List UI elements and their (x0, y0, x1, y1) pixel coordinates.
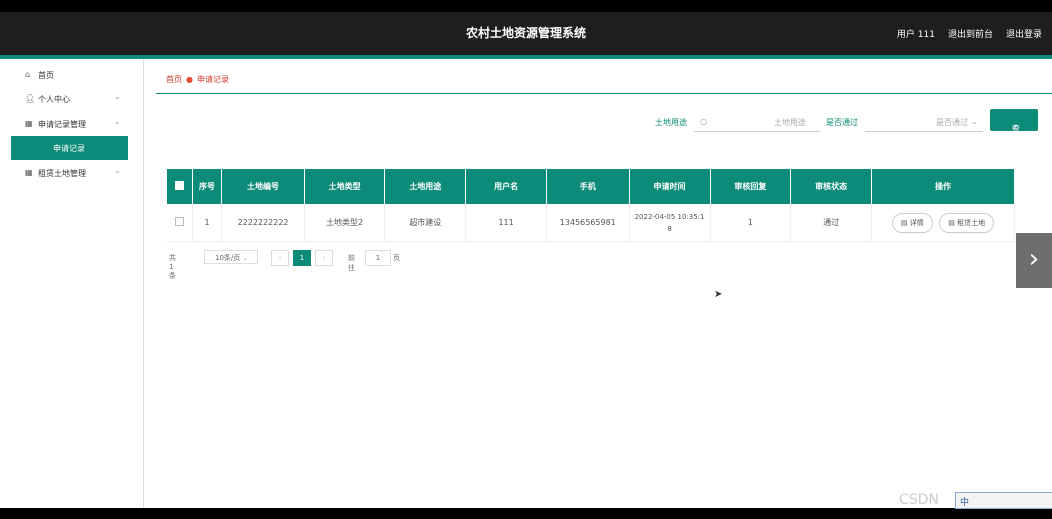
doc-icon: ▤ (900, 218, 908, 227)
detail-button[interactable]: ▤ 详情 (891, 212, 933, 233)
search-bar: 土地用途 ○ 土地用途 是否通过 是否通过 ⌄ 查询 ⌕ (0, 109, 1052, 144)
lease-land-button[interactable]: ▤ 租赁土地 (939, 212, 995, 233)
breadcrumb-current: 申请记录 (196, 75, 229, 84)
chevron-down-icon: ⌄ (242, 254, 249, 262)
column-header: 土地类型 (304, 169, 386, 204)
page-size-value: 10条/页 (215, 254, 241, 262)
back-to-front-link[interactable]: 退出到前台 (948, 27, 993, 40)
apply-time-line: 8 (667, 224, 672, 233)
cell-apply-time: 2022-04-05 10:35:1 8 (629, 204, 711, 242)
chevron-down-icon: ⌄ (971, 117, 978, 126)
select-all-header[interactable] (167, 169, 193, 204)
cell-land-use: 超市建设 (384, 204, 467, 242)
breadcrumb-home[interactable]: 首页 (166, 75, 182, 84)
sidebar-item-label: 首页 (38, 71, 54, 80)
cell-land-type: 土地类型2 (304, 204, 386, 242)
sidebar-item-lease-management[interactable]: ▦ 租赁土地管理 ⌄ (0, 161, 143, 185)
row-select-cell[interactable] (167, 204, 193, 242)
cell-index: 1 (192, 204, 223, 242)
page-number-current[interactable]: 1 (293, 250, 311, 266)
user-icon: 👤︎ (25, 94, 36, 103)
column-header: 申请时间 (629, 169, 711, 204)
sidebar-item-home[interactable]: ⌂ 首页 (0, 63, 143, 87)
app-body: ⌂ 首页 👤︎ 个人中心 ⌄ ▦ 申请记录管理 ⌄ 申请记录 ▦ 租赁土地管理 … (0, 59, 1052, 508)
column-header: 土地用途 (384, 169, 467, 204)
breadcrumb: 首页 ● 申请记录 (166, 74, 229, 85)
records-table: 序号 土地编号 土地类型 土地用途 用户名 手机 申请时间 审核回复 审核状态 … (167, 169, 1016, 242)
prev-page-button[interactable]: ‹ (271, 250, 289, 266)
app-header: 农村土地资源管理系统 用户 111 退出到前台 退出登录 (0, 12, 1052, 55)
column-header: 土地编号 (221, 169, 305, 204)
top-black-strip (0, 0, 1052, 12)
table-row: 1 2222222222 土地类型2 超市建设 111 13456565981 … (167, 204, 1016, 242)
approved-select[interactable]: 是否通过 ⌄ (865, 111, 983, 132)
cell-status: 通过 (790, 204, 872, 242)
column-header: 手机 (546, 169, 630, 204)
app-title: 农村土地资源管理系统 (465, 26, 586, 40)
approved-label: 是否通过 (826, 118, 858, 127)
chevron-down-icon: ⌄ (114, 92, 121, 101)
mouse-cursor-icon: ➤ (714, 289, 723, 300)
ime-toolbar: 中 (955, 492, 1052, 509)
apply-time-line: 2022-04-05 10:35:1 (634, 212, 705, 221)
table-header-row: 序号 土地编号 土地类型 土地用途 用户名 手机 申请时间 审核回复 审核状态 … (167, 169, 1016, 204)
land-use-placeholder: 土地用途 (774, 118, 806, 127)
sidebar-item-label: 租赁土地管理 (38, 169, 86, 178)
doc-icon: ▤ (948, 218, 955, 227)
page-suffix: 页 (393, 254, 400, 262)
lease-button-label: 租赁土地 (957, 218, 986, 227)
land-use-label: 土地用途 (655, 118, 687, 127)
goto-label: 前往 (348, 254, 355, 272)
grid-icon: ▦ (25, 168, 33, 177)
cell-username: 111 (465, 204, 547, 242)
select-all-checkbox[interactable] (174, 181, 184, 190)
logout-link[interactable]: 退出登录 (1006, 27, 1042, 40)
bottom-black-strip (0, 508, 1052, 519)
search-icon: ○ (700, 117, 707, 126)
sidebar-item-profile[interactable]: 👤︎ 个人中心 ⌄ (0, 87, 143, 111)
breadcrumb-divider (156, 93, 1052, 94)
column-header: 用户名 (465, 169, 547, 204)
approved-placeholder: 是否通过 (936, 118, 968, 127)
cell-phone: 13456565981 (546, 204, 630, 242)
row-checkbox[interactable] (174, 217, 184, 226)
sidebar-item-label: 个人中心 (38, 95, 70, 104)
column-header: 序号 (192, 169, 223, 204)
column-header: 操作 (871, 169, 1016, 204)
user-label: 用户 111 (896, 30, 935, 40)
search-icon: ⌕ (1012, 123, 1017, 132)
search-button[interactable]: 查询 ⌕ (990, 109, 1038, 144)
cell-land-no: 2222222222 (221, 204, 305, 242)
header-actions: 用户 111 退出到前台 退出登录 (897, 27, 1042, 40)
column-header: 审核状态 (790, 169, 872, 204)
breadcrumb-separator-icon: ● (186, 75, 193, 84)
cell-actions: ▤ 详情 ▤ 租赁土地 (871, 204, 1016, 242)
column-header: 审核回复 (710, 169, 792, 204)
detail-button-label: 详情 (909, 218, 924, 227)
sidebar-item-label: 申请记录 (53, 144, 85, 153)
pager-total: 共 1 条 (169, 254, 176, 280)
goto-page-input[interactable]: 1 (365, 250, 391, 266)
land-use-input[interactable]: ○ 土地用途 (694, 111, 820, 132)
next-page-button[interactable]: › (315, 250, 333, 266)
chevron-down-icon: ⌄ (114, 166, 121, 175)
page-size-select[interactable]: 10条/页 ⌄ (204, 250, 258, 264)
chevron-right-icon[interactable]: › (1016, 233, 1052, 288)
sidebar-item-application-records[interactable]: 申请记录 (11, 136, 128, 160)
cell-reply: 1 (710, 204, 792, 242)
home-icon: ⌂ (25, 70, 31, 79)
ime-label: 中 (960, 498, 970, 508)
watermark-text: CSDN (899, 492, 939, 508)
